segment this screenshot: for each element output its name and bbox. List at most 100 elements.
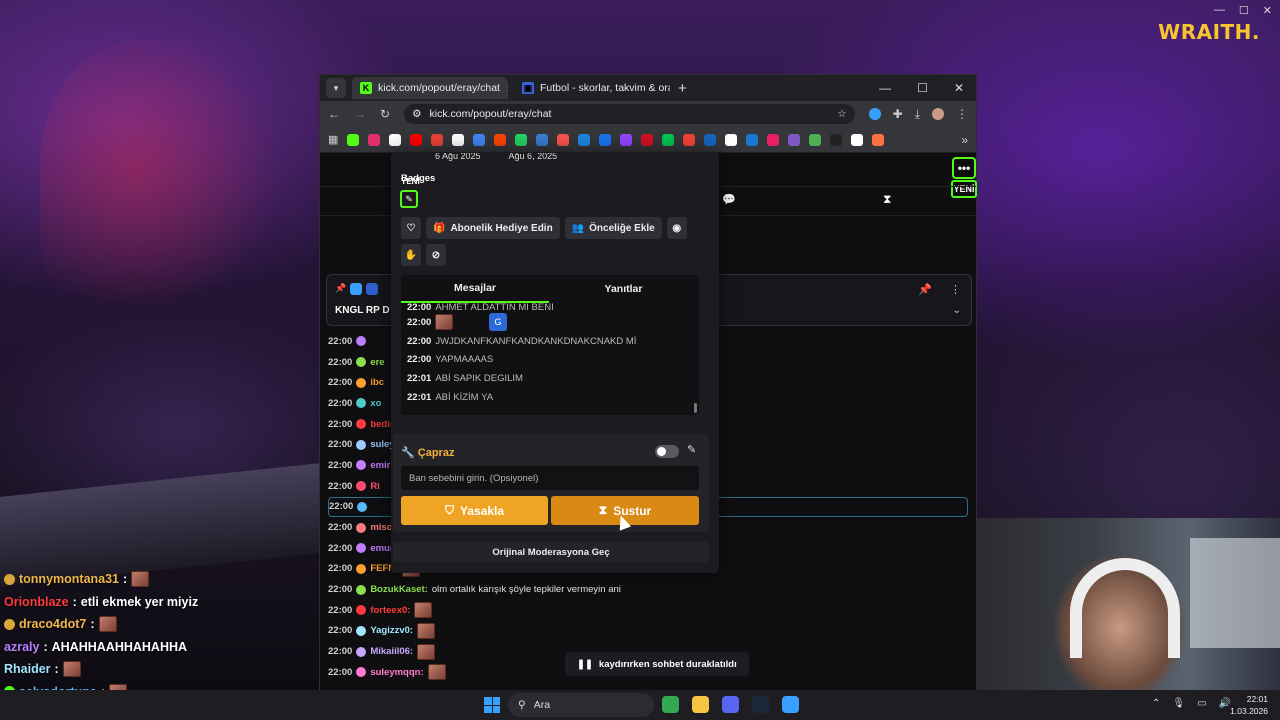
reload-icon[interactable]: ↻ <box>380 107 390 121</box>
chat-username[interactable]: Ri <box>370 481 380 492</box>
extension-icon[interactable] <box>868 108 881 120</box>
edit-badges-button[interactable]: ✎ <box>400 190 418 208</box>
bookmark-icon[interactable] <box>830 133 843 146</box>
close-icon[interactable]: ✕ <box>1263 4 1272 17</box>
cross-ban-toggle[interactable] <box>655 445 679 458</box>
pencil-icon[interactable]: ✎ <box>687 443 696 456</box>
network-icon[interactable]: ▭ <box>1197 698 1206 709</box>
chat-bubble-icon[interactable]: 💬 <box>722 193 736 206</box>
bookmarks-overflow-icon[interactable]: » <box>961 133 968 147</box>
bookmark-icon[interactable] <box>704 133 717 146</box>
overlay-chat-message: etli ekmek yer miyiz <box>80 594 199 609</box>
original-moderation-button[interactable]: Orijinal Moderasyona Geç <box>393 542 709 562</box>
bookmark-icon[interactable] <box>662 133 675 146</box>
chat-username[interactable]: xo <box>370 398 381 409</box>
profile-avatar[interactable] <box>932 108 944 120</box>
tab-messages[interactable]: Mesajlar <box>401 275 549 303</box>
bookmark-icon[interactable] <box>452 133 465 146</box>
minimize-icon[interactable]: — <box>1214 4 1225 17</box>
scrollbar[interactable] <box>694 403 697 413</box>
bookmark-icon[interactable] <box>746 133 759 146</box>
chat-username[interactable]: Yagizzv0: <box>370 625 413 636</box>
bookmark-icon[interactable] <box>410 133 423 146</box>
bookmark-icon[interactable] <box>620 133 633 146</box>
gift-sub-button[interactable]: 🎁 Abonelik Hediye Edin <box>426 217 560 239</box>
windows-start-icon[interactable] <box>484 697 500 713</box>
watch-eye-button[interactable]: ◉ <box>666 217 687 239</box>
new-tab-icon[interactable]: + <box>678 80 687 97</box>
tab-search-icon[interactable]: ▾ <box>326 78 346 98</box>
bookmark-icon[interactable] <box>536 133 549 146</box>
bookmark-icon[interactable] <box>515 133 528 146</box>
bookmark-icon[interactable] <box>431 133 444 146</box>
ban-reason-input[interactable] <box>401 466 699 490</box>
taskbar-app-icon[interactable] <box>752 696 769 713</box>
chat-username[interactable]: ibc <box>370 377 384 388</box>
chat-username[interactable]: suleymqqn: <box>370 667 423 678</box>
chat-username[interactable]: ere <box>370 357 384 368</box>
hourglass-icon[interactable]: ⧗ <box>883 192 891 207</box>
url-bar[interactable]: ⚙ kick.com/popout/eray/chat ☆ <box>404 104 855 124</box>
bookmark-icon[interactable] <box>725 133 738 146</box>
taskbar-app-icon[interactable] <box>782 696 799 713</box>
overlay-chat-line: Rhaider: <box>4 658 304 681</box>
chevron-up-icon[interactable]: ⌃ <box>1152 698 1160 709</box>
bookmark-icon[interactable] <box>599 133 612 146</box>
chat-username[interactable]: BozukKaset: <box>370 584 428 595</box>
ban-button[interactable]: ⛉ Yasakla <box>401 496 548 525</box>
bookmark-icon[interactable] <box>683 133 696 146</box>
taskbar-app-icon[interactable] <box>692 696 709 713</box>
bookmark-icon[interactable] <box>851 133 864 146</box>
extensions-puzzle-icon[interactable]: ✚ <box>893 107 903 121</box>
forward-icon[interactable]: → <box>354 107 366 121</box>
taskbar-app-icon[interactable] <box>722 696 739 713</box>
download-icon[interactable]: ⤓ <box>915 107 920 122</box>
bookmark-icon[interactable] <box>473 133 486 146</box>
bookmark-icon[interactable] <box>368 133 381 146</box>
taskbar-app-icon[interactable] <box>662 696 679 713</box>
bookmark-icon[interactable] <box>767 133 780 146</box>
prioritize-button[interactable]: 👥 Önceliğe Ekle <box>564 217 662 239</box>
back-icon[interactable]: ← <box>328 107 340 121</box>
pinned-menu-icon[interactable]: ⋮ <box>950 283 961 296</box>
bookmark-icon[interactable] <box>347 133 360 146</box>
chat-row[interactable]: 22:00 forteex0: <box>328 600 968 621</box>
block-button[interactable]: ⊘ <box>426 244 446 266</box>
more-options-button[interactable]: ••• <box>952 157 976 179</box>
browser-tab[interactable]: Kkick.com/popout/eray/chat ✕ <box>352 77 508 99</box>
chat-username[interactable]: Mikaiil06: <box>370 646 413 657</box>
chat-row[interactable]: 22:00 Yagizzv0: <box>328 621 968 642</box>
maximize-icon[interactable]: ☐ <box>917 81 928 95</box>
bookmark-icon[interactable] <box>578 133 591 146</box>
unpin-icon[interactable]: 📌 <box>918 283 932 296</box>
user-badge-icon <box>356 646 367 657</box>
maximize-icon[interactable]: ☐ <box>1239 4 1249 17</box>
microphone-icon[interactable]: 🎙 <box>1172 698 1185 709</box>
minimize-icon[interactable]: — <box>879 81 891 95</box>
close-icon[interactable]: ✕ <box>954 81 964 95</box>
chevron-down-icon[interactable]: ⌄ <box>953 305 961 316</box>
bookmark-icon[interactable] <box>494 133 507 146</box>
taskbar-clock[interactable]: 22:01 1.03.2026 <box>1230 693 1268 717</box>
bookmark-icon[interactable] <box>389 133 402 146</box>
translate-icon[interactable]: G <box>489 313 507 331</box>
volume-icon[interactable]: 🔊 <box>1219 698 1231 709</box>
bookmark-icon[interactable] <box>557 133 570 146</box>
hand-button[interactable]: ✋ <box>401 244 421 266</box>
bookmark-icon[interactable] <box>872 133 885 146</box>
tab-close-icon[interactable]: ✕ <box>506 82 508 95</box>
tab-replies[interactable]: Yanıtlar <box>549 275 698 303</box>
bookmark-icon[interactable] <box>788 133 801 146</box>
bookmark-icon[interactable] <box>809 133 822 146</box>
bookmark-star-icon[interactable]: ☆ <box>837 108 846 120</box>
apps-grid-icon[interactable]: ▦ <box>328 133 338 146</box>
chat-row[interactable]: 22:00 BozukKaset: olm ortalık karışık şöyl… <box>328 579 968 600</box>
menu-kebab-icon[interactable]: ⋮ <box>956 107 968 121</box>
taskbar-search[interactable]: ⚲ Ara <box>508 693 654 717</box>
follow-heart-button[interactable]: ♡ <box>401 217 421 239</box>
chat-username[interactable]: forteex0: <box>370 605 410 616</box>
chat-paused-banner[interactable]: ❚❚ kaydırırken sohbet duraklatıldı <box>565 652 749 676</box>
bookmark-icon[interactable] <box>641 133 654 146</box>
browser-tab[interactable]: ▣Futbol - skorlar, takvim & oranl✕ <box>514 77 670 99</box>
site-info-icon[interactable]: ⚙ <box>412 108 421 120</box>
